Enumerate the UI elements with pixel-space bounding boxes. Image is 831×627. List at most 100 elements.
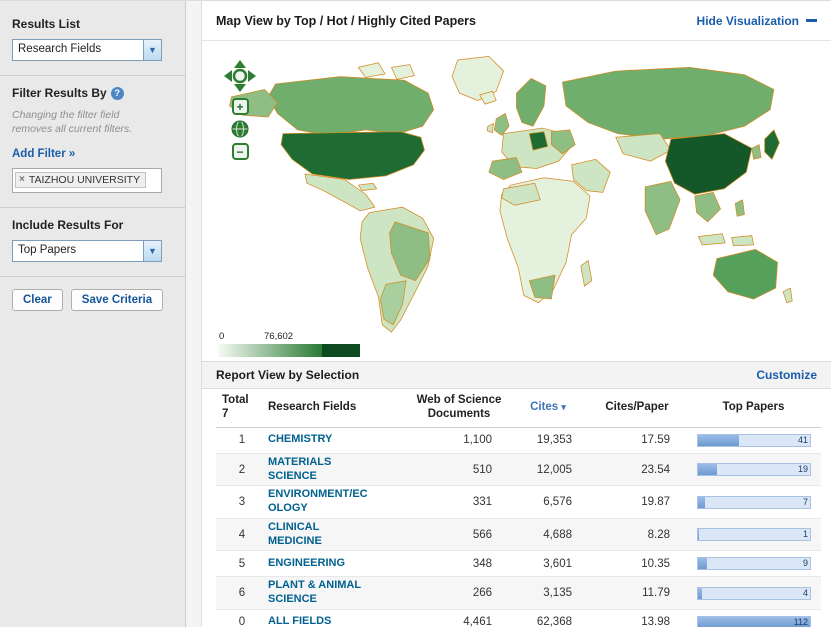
sidebar-divider (0, 75, 185, 76)
report-view-title: Report View by Selection (216, 368, 359, 382)
cites-header-label: Cites (530, 401, 558, 413)
add-filter-link[interactable]: Add Filter » (12, 148, 75, 160)
legend-max-block (322, 344, 360, 357)
map-color-legend: 0 76,602 (218, 331, 360, 357)
top-papers-cell: 19 (686, 463, 821, 476)
table-row: 0 ALL FIELDS 4,461 62,368 13.98 112 (216, 610, 821, 627)
total-label: Total (222, 393, 268, 407)
sidebar: Results List Research Fields ▼ Filter Re… (0, 1, 186, 627)
map-countries[interactable] (230, 56, 793, 332)
save-criteria-button[interactable]: Save Criteria (71, 289, 163, 311)
collapse-minus-icon (806, 19, 817, 22)
row-cites-per-paper-value: 11.79 (588, 587, 686, 599)
row-docs-value: 331 (410, 496, 508, 508)
world-choropleth-map[interactable] (220, 49, 800, 334)
top-papers-cell: 1 (686, 528, 821, 541)
customize-link[interactable]: Customize (756, 368, 817, 382)
top-papers-bar-fill (698, 435, 739, 446)
help-icon[interactable]: ? (111, 87, 124, 100)
top-papers-value: 4 (803, 588, 808, 599)
top-papers-bar: 19 (697, 463, 811, 476)
globe-reset-icon[interactable] (231, 120, 249, 138)
row-rank: 3 (216, 496, 268, 508)
row-rank: 5 (216, 558, 268, 570)
sidebar-divider (0, 207, 185, 208)
legend-max-value: 76,602 (264, 331, 293, 342)
research-field-link[interactable]: ENGINEERING (268, 557, 410, 571)
row-cites-value: 3,601 (508, 558, 588, 570)
top-papers-value: 41 (798, 435, 808, 446)
row-cites-per-paper-value: 10.35 (588, 558, 686, 570)
row-cites-value: 6,576 (508, 496, 588, 508)
row-docs-value: 348 (410, 558, 508, 570)
map-controls: + − (222, 59, 258, 160)
total-header: Total 7 (216, 393, 268, 422)
top-papers-bar-fill (698, 588, 702, 599)
filter-tag: × TAIZHOU UNIVERSITY (15, 172, 146, 188)
chevron-down-icon[interactable]: ▼ (143, 40, 161, 60)
top-papers-value: 1 (803, 529, 808, 540)
top-papers-bar: 41 (697, 434, 811, 447)
row-cites-value: 4,688 (508, 529, 588, 541)
research-field-link[interactable]: ENVIRONMENT/ECOLOGY (268, 488, 410, 516)
row-cites-value: 3,135 (508, 587, 588, 599)
research-field-link[interactable]: ALL FIELDS (268, 615, 410, 627)
top-papers-bar-fill (698, 529, 699, 540)
top-papers-cell: 112 (686, 616, 821, 627)
row-docs-value: 4,461 (410, 616, 508, 627)
chevron-down-icon[interactable]: ▼ (143, 241, 161, 261)
row-cites-per-paper-value: 8.28 (588, 529, 686, 541)
table-row: 3 ENVIRONMENT/ECOLOGY 331 6,576 19.87 7 (216, 486, 821, 519)
research-field-link[interactable]: CLINICAL MEDICINE (268, 521, 410, 549)
row-cites-per-paper-value: 23.54 (588, 464, 686, 476)
zoom-out-button[interactable]: − (232, 143, 249, 160)
row-cites-per-paper-value: 19.87 (588, 496, 686, 508)
map-view-title: Map View by Top / Hot / Highly Cited Pap… (216, 14, 476, 28)
row-docs-value: 1,100 (410, 434, 508, 446)
top-papers-cell: 41 (686, 434, 821, 447)
research-field-link[interactable]: MATERIALS SCIENCE (268, 456, 410, 484)
research-field-link[interactable]: CHEMISTRY (268, 433, 410, 447)
research-field-link[interactable]: PLANT & ANIMAL SCIENCE (268, 579, 410, 607)
sidebar-divider (0, 276, 185, 277)
include-results-select[interactable]: Top Papers ▼ (12, 240, 162, 262)
row-cites-value: 62,368 (508, 616, 588, 627)
top-papers-header: Top Papers (686, 400, 821, 414)
table-row: 4 CLINICAL MEDICINE 566 4,688 8.28 1 (216, 519, 821, 552)
top-papers-value: 7 (803, 497, 808, 508)
map-view-header: Map View by Top / Hot / Highly Cited Pap… (202, 1, 831, 41)
map-pan-control[interactable] (223, 59, 257, 93)
table-row: 1 CHEMISTRY 1,100 19,353 17.59 41 (216, 428, 821, 454)
filter-tags-box: × TAIZHOU UNIVERSITY (12, 168, 162, 193)
row-docs-value: 510 (410, 464, 508, 476)
top-papers-value: 112 (794, 617, 808, 627)
legend-min-value: 0 (219, 331, 224, 342)
table-row: 2 MATERIALS SCIENCE 510 12,005 23.54 19 (216, 454, 821, 487)
results-list-select[interactable]: Research Fields ▼ (12, 39, 162, 61)
main-content: Map View by Top / Hot / Highly Cited Pap… (202, 1, 831, 627)
sidebar-scrollbar[interactable] (186, 1, 202, 627)
row-rank: 1 (216, 434, 268, 446)
clear-button[interactable]: Clear (12, 289, 63, 311)
filter-results-by-text: Filter Results By (12, 86, 107, 100)
top-papers-cell: 4 (686, 587, 821, 600)
zoom-in-button[interactable]: + (232, 98, 249, 115)
hide-visualization-link[interactable]: Hide Visualization (697, 14, 817, 28)
row-rank: 6 (216, 587, 268, 599)
legend-gradient-bar (218, 344, 360, 357)
results-list-selected-value: Research Fields (13, 40, 143, 60)
row-rank: 2 (216, 464, 268, 476)
row-docs-value: 566 (410, 529, 508, 541)
filter-results-by-label: Filter Results By? (12, 86, 173, 100)
map-area: + − (202, 41, 831, 361)
remove-tag-icon[interactable]: × (19, 174, 25, 185)
legend-gradient (218, 344, 322, 357)
top-papers-bar-fill (698, 464, 717, 475)
wos-documents-header: Web of Science Documents (410, 393, 508, 422)
table-row: 6 PLANT & ANIMAL SCIENCE 266 3,135 11.79… (216, 577, 821, 610)
row-cites-value: 12,005 (508, 464, 588, 476)
results-list-label: Results List (12, 17, 173, 31)
cites-sort-header[interactable]: Cites ▾ (508, 401, 588, 413)
report-view-header: Report View by Selection Customize (202, 361, 831, 389)
row-rank: 0 (216, 616, 268, 627)
